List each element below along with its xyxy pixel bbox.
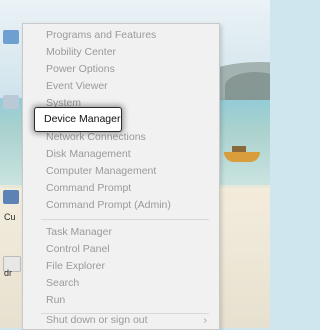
boat xyxy=(224,152,260,162)
menu-item-power-options[interactable]: Power Options xyxy=(23,61,219,78)
menu-item-control-panel[interactable]: Control Panel xyxy=(23,241,219,258)
menu-item-programs-and-features[interactable]: Programs and Features xyxy=(23,27,219,44)
menu-item-label: Shut down or sign out xyxy=(46,314,148,326)
desktop-icon-label: Cu xyxy=(4,212,16,222)
desktop-app-icon[interactable] xyxy=(3,190,19,204)
menu-item-network-connections[interactable]: Network Connections xyxy=(23,129,219,146)
menu-item-computer-management[interactable]: Computer Management xyxy=(23,163,219,180)
menu-item-task-manager[interactable]: Task Manager xyxy=(23,224,219,241)
desktop-icon-label: dr xyxy=(4,268,13,278)
menu-item-device-manager[interactable]: Device Manager xyxy=(35,108,121,131)
menu-item-run[interactable]: Run xyxy=(23,292,219,309)
menu-item-search[interactable]: Search xyxy=(23,275,219,292)
menu-item-shut-down-or-sign-out[interactable]: Shut down or sign out › xyxy=(23,312,219,329)
menu-item-file-explorer[interactable]: File Explorer xyxy=(23,258,219,275)
menu-separator xyxy=(41,219,209,220)
menu-item-mobility-center[interactable]: Mobility Center xyxy=(23,44,219,61)
menu-item-command-prompt-admin[interactable]: Command Prompt (Admin) xyxy=(23,197,219,214)
menu-item-disk-management[interactable]: Disk Management xyxy=(23,146,219,163)
winx-quick-link-menu: Programs and Features Mobility Center Po… xyxy=(22,23,220,330)
submenu-arrow-icon: › xyxy=(203,314,208,326)
desktop-app-icon[interactable] xyxy=(3,30,19,44)
menu-item-command-prompt[interactable]: Command Prompt xyxy=(23,180,219,197)
menu-item-event-viewer[interactable]: Event Viewer xyxy=(23,78,219,95)
desktop-app-icon[interactable] xyxy=(3,95,19,109)
background-mountain-peak xyxy=(225,72,270,100)
